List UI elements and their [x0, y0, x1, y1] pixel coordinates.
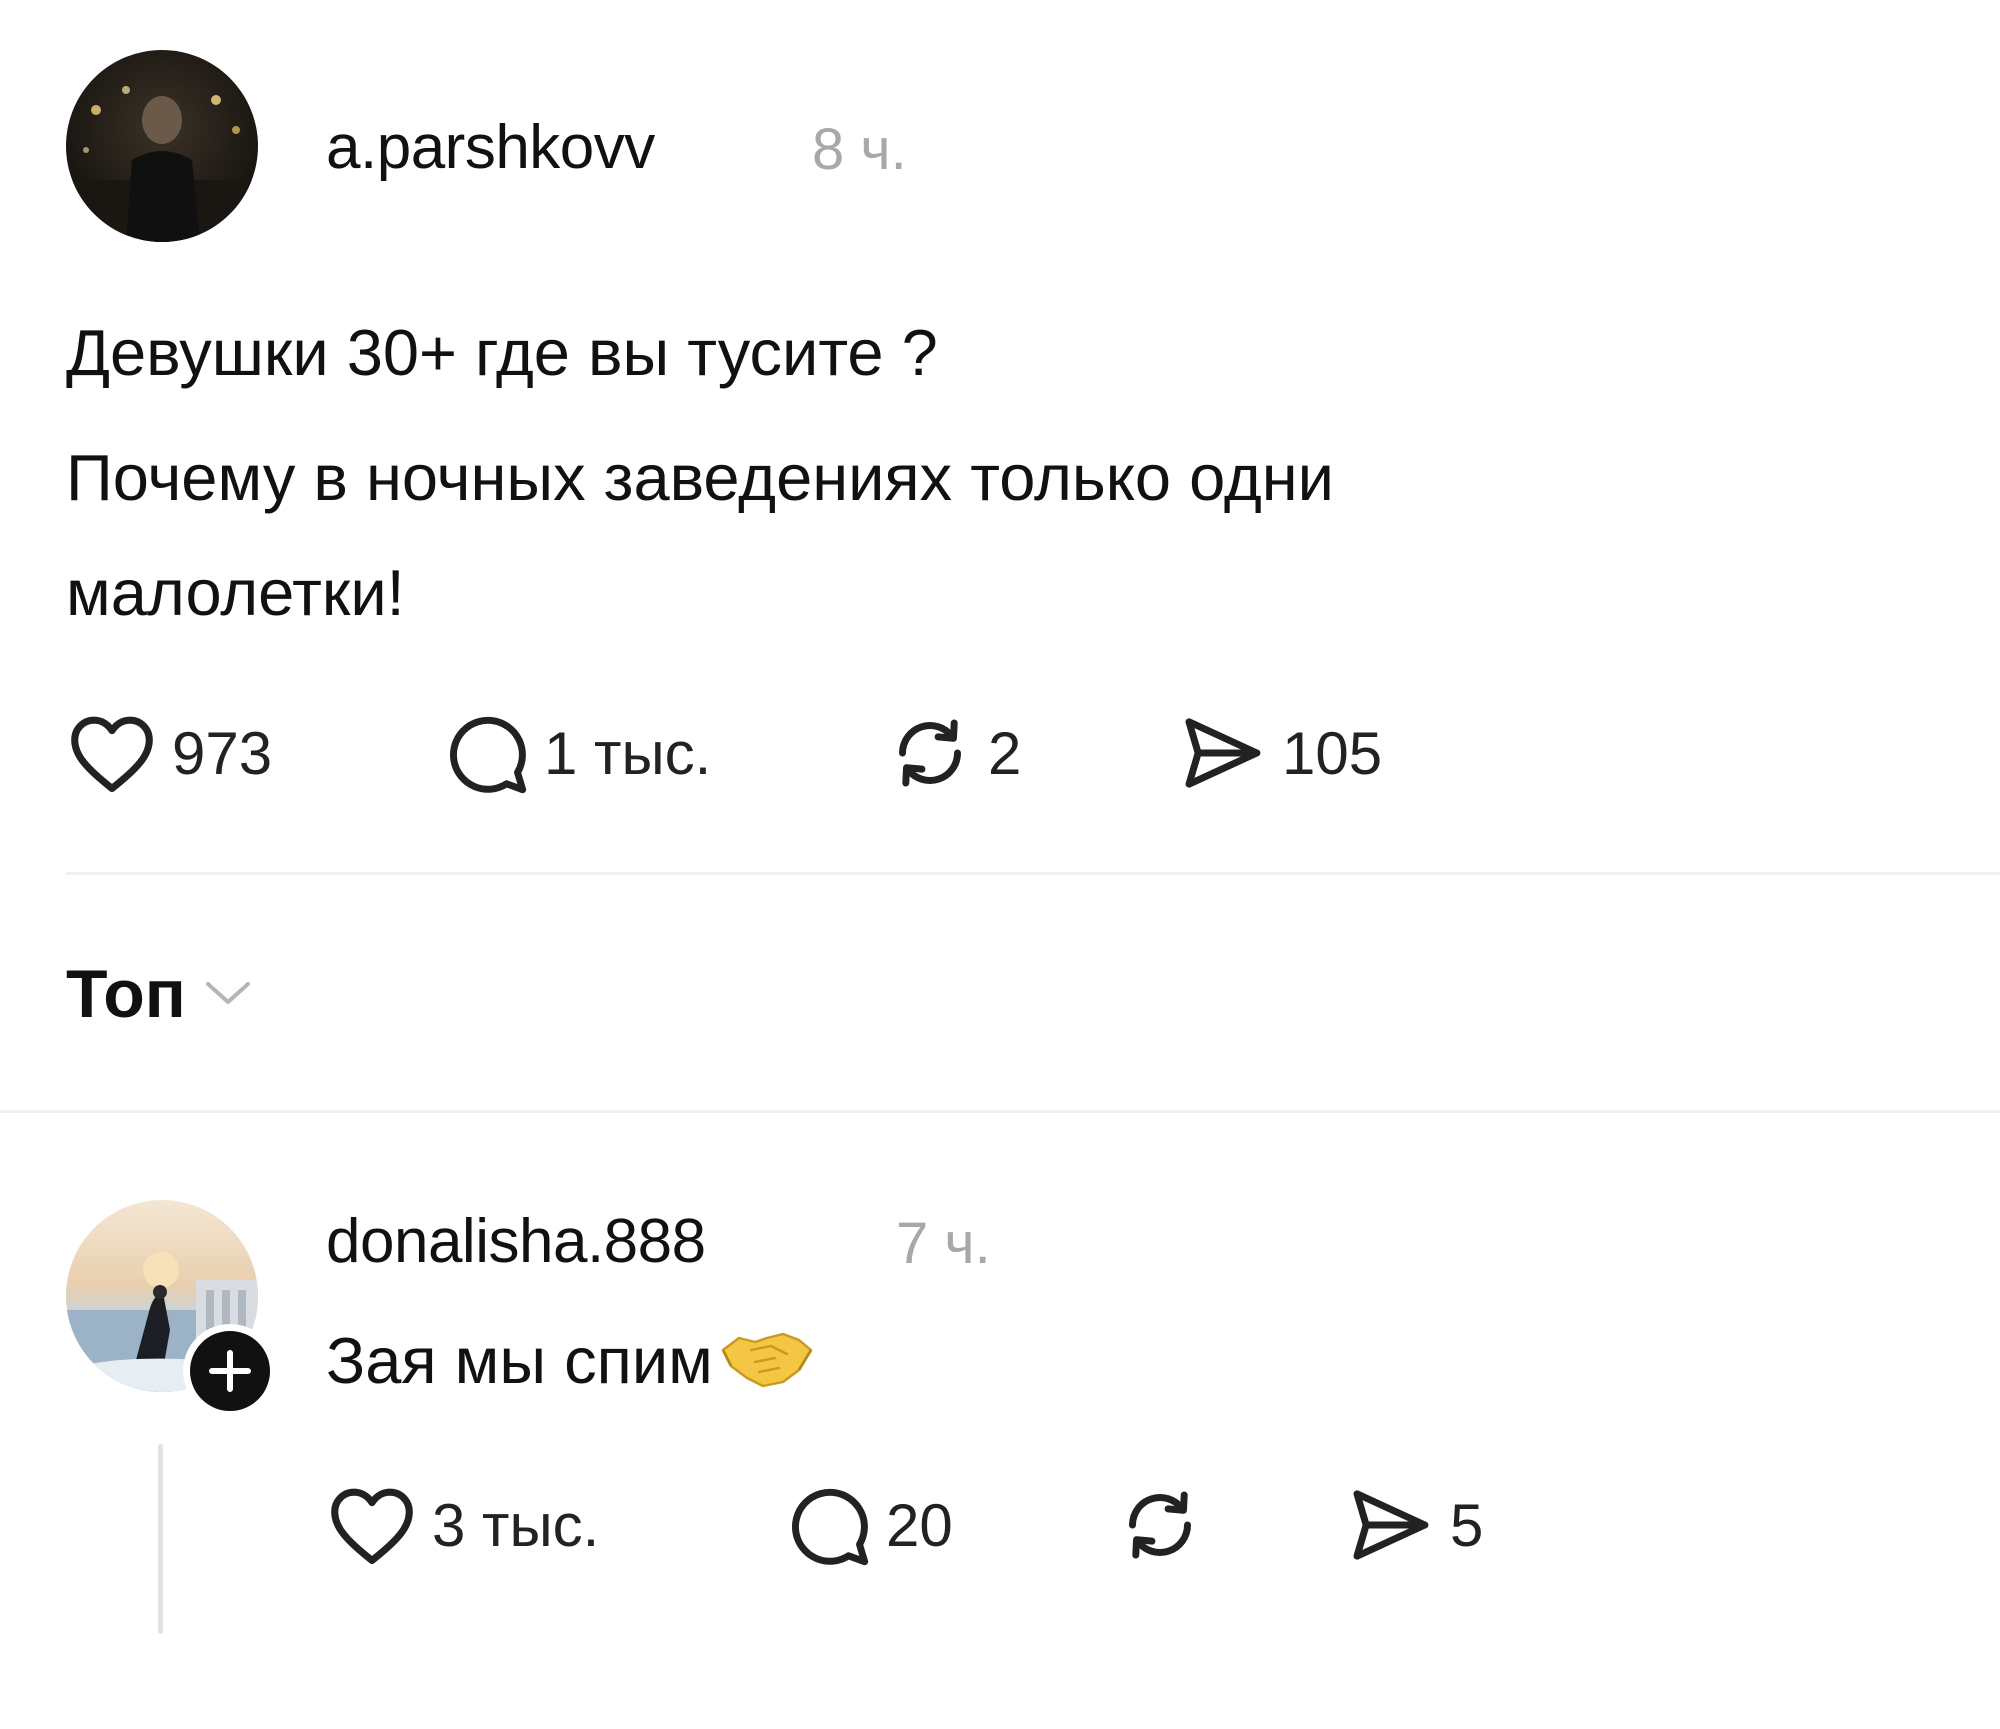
repost-arrows-icon: [886, 709, 974, 797]
post-author-name[interactable]: a.parshkovv: [326, 112, 655, 183]
reply-text: Зая мы спим: [326, 1322, 815, 1399]
repost-arrows-icon: [1116, 1481, 1204, 1569]
post-timestamp: 8 ч.: [812, 117, 907, 182]
plus-icon: [190, 1331, 270, 1416]
follow-button[interactable]: [183, 1324, 277, 1418]
section-divider: [0, 1110, 2000, 1113]
post-repost-button[interactable]: 2: [886, 708, 1021, 798]
post-share-count: 105: [1282, 719, 1383, 787]
reply-comment-button[interactable]: 20: [784, 1480, 953, 1570]
post-divider: [66, 872, 2000, 875]
post-comment-button[interactable]: 1 тыс.: [442, 708, 711, 798]
handshake-emoji: [719, 1322, 815, 1399]
reply-comment-count: 20: [886, 1491, 953, 1559]
speech-bubble-icon: [784, 1481, 872, 1569]
post-share-button[interactable]: 105: [1176, 708, 1382, 798]
chevron-down-icon: [202, 972, 254, 1017]
thread-line: [158, 1444, 163, 1634]
post-like-count: 973: [172, 719, 273, 787]
heart-icon: [66, 712, 158, 794]
reply-repost-button[interactable]: [1116, 1480, 1218, 1570]
reply-like-button[interactable]: 3 тыс.: [326, 1480, 599, 1570]
sort-label: Топ: [66, 956, 186, 1032]
reply-timestamp: 7 ч.: [896, 1211, 991, 1276]
post-text-line-1: Девушки 30+ где вы тусите ?: [66, 316, 938, 389]
reply-share-count: 5: [1450, 1491, 1484, 1559]
post-text-line-2: Почему в ночных заведениях только одни: [66, 441, 1334, 514]
post-text-line-3: малолетки!: [66, 556, 405, 629]
paper-plane-icon: [1176, 709, 1268, 797]
author-avatar[interactable]: [66, 50, 258, 242]
speech-bubble-icon: [442, 709, 530, 797]
reply-like-count: 3 тыс.: [432, 1491, 600, 1559]
post-like-button[interactable]: 973: [66, 708, 272, 798]
post-comment-count: 1 тыс.: [544, 719, 712, 787]
heart-icon: [326, 1484, 418, 1566]
reply-share-button[interactable]: 5: [1344, 1480, 1483, 1570]
post-repost-count: 2: [988, 719, 1022, 787]
sort-dropdown[interactable]: Топ: [66, 955, 254, 1033]
reply-author-name[interactable]: donalisha.888: [326, 1206, 706, 1277]
paper-plane-icon: [1344, 1481, 1436, 1569]
reply-text-content: Зая мы спим: [326, 1324, 713, 1397]
